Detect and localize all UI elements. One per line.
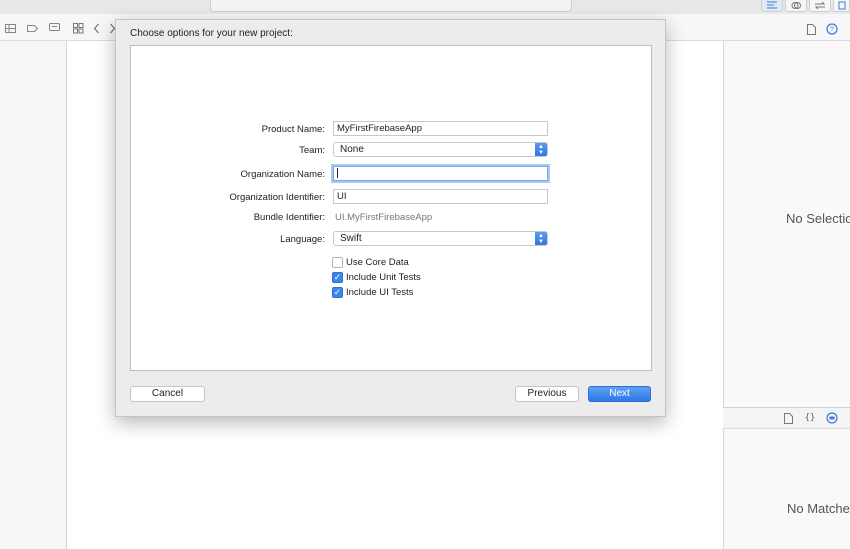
related-items-icon[interactable]: [72, 22, 84, 34]
team-popup[interactable]: None ▲ ▼: [333, 142, 548, 157]
text-caret: [337, 168, 338, 179]
org-name-label: Organization Name:: [240, 169, 325, 180]
include-unit-tests-label: Include Unit Tests: [346, 271, 421, 283]
popup-arrows-icon: ▲ ▼: [535, 232, 547, 245]
editor-version-icon: [814, 1, 826, 10]
team-label: Team:: [299, 145, 325, 156]
bundle-id-value: UI.MyFirstFirebaseApp: [335, 212, 433, 223]
panel-toggle-icon: [838, 1, 845, 10]
include-unit-tests-checkbox[interactable]: ✓ Include Unit Tests: [332, 271, 421, 283]
comment-icon[interactable]: [48, 22, 60, 34]
no-selection-label: No Selection: [786, 211, 850, 226]
use-core-data-checkbox[interactable]: Use Core Data: [332, 256, 409, 268]
language-popup[interactable]: Swift ▲ ▼: [333, 231, 548, 246]
code-snippet-icon[interactable]: {}: [804, 412, 816, 424]
checkmark-icon: ✓: [332, 286, 343, 298]
include-ui-tests-label: Include UI Tests: [346, 286, 414, 298]
checkbox-box: [332, 256, 343, 268]
next-button[interactable]: Next: [588, 386, 651, 402]
inspector-panel: [723, 14, 850, 549]
sheet-title: Choose options for your new project:: [130, 28, 293, 39]
grid-icon[interactable]: [4, 22, 16, 34]
org-name-field[interactable]: [333, 166, 548, 181]
checkmark-icon: ✓: [332, 271, 343, 283]
version-editor-button[interactable]: [809, 0, 831, 12]
use-core-data-label: Use Core Data: [346, 256, 409, 268]
product-name-label: Product Name:: [261, 124, 325, 135]
previous-button[interactable]: Previous: [515, 386, 579, 402]
language-value: Swift: [340, 233, 362, 244]
window-toolbar: [0, 0, 850, 14]
no-matches-label: No Matches: [787, 501, 850, 516]
file-icon[interactable]: [805, 23, 817, 35]
file-template-icon[interactable]: [782, 412, 794, 424]
navigator-sidebar: [0, 14, 67, 549]
help-icon[interactable]: ?: [826, 23, 838, 35]
options-panel: Product Name: MyFirstFirebaseApp Team: N…: [130, 45, 652, 371]
assistant-editor-button[interactable]: [785, 0, 807, 12]
popup-arrows-icon: ▲ ▼: [535, 143, 547, 156]
product-name-field[interactable]: MyFirstFirebaseApp: [333, 121, 548, 136]
team-value: None: [340, 144, 364, 155]
navigator-toggle-button[interactable]: [833, 0, 850, 12]
back-icon[interactable]: [90, 22, 102, 34]
cancel-button[interactable]: Cancel: [130, 386, 205, 402]
object-library-icon[interactable]: [826, 412, 838, 424]
bundle-id-label: Bundle Identifier:: [253, 212, 325, 223]
svg-text:?: ?: [830, 27, 834, 34]
org-id-label: Organization Identifier:: [229, 192, 325, 203]
org-id-field[interactable]: UI: [333, 189, 548, 204]
new-project-options-sheet: Choose options for your new project: Pro…: [115, 19, 666, 417]
include-ui-tests-checkbox[interactable]: ✓ Include UI Tests: [332, 286, 413, 298]
editor-assistant-icon: [791, 2, 801, 9]
tag-icon[interactable]: [26, 22, 38, 34]
standard-editor-button[interactable]: [761, 0, 783, 12]
language-label: Language:: [280, 234, 325, 245]
activity-view: [210, 0, 572, 12]
editor-standard-icon: [767, 1, 777, 9]
